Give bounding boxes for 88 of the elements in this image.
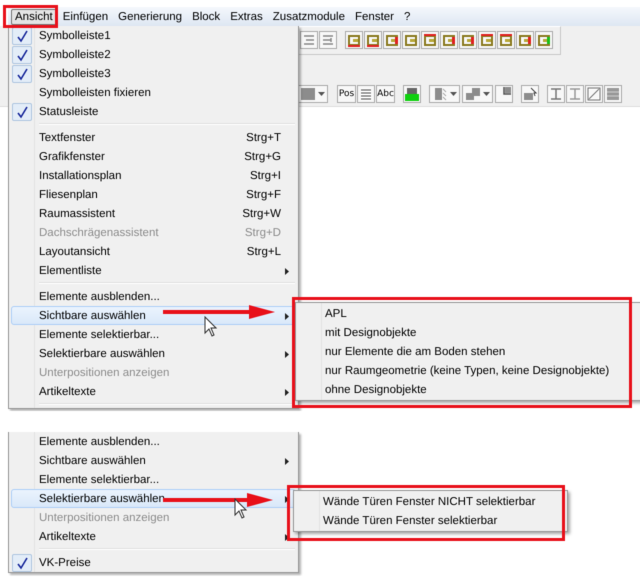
- menu-bar-item[interactable]: Block: [188, 8, 224, 24]
- caret-icon: [450, 92, 457, 96]
- wall-icon[interactable]: [440, 31, 458, 50]
- pointer-box-icon[interactable]: [521, 84, 539, 103]
- menu-item[interactable]: Symbolleiste3: [11, 64, 296, 83]
- cursor-icon: [204, 316, 217, 337]
- shortcut-label: Strg+D: [244, 226, 281, 238]
- menu-item[interactable]: Symbolleiste1: [11, 26, 296, 45]
- menu-item[interactable]: Artikeltexte: [11, 382, 296, 401]
- menu-item[interactable]: Symbolleisten fixieren: [11, 83, 296, 102]
- wall-icon[interactable]: [345, 31, 363, 50]
- step-shape-icon: [465, 86, 481, 101]
- menu-item[interactable]: Sichtbare auswählen: [11, 451, 296, 470]
- menu-item[interactable]: Fliesenplan Strg+F: [11, 185, 296, 204]
- menu-bar-item[interactable]: Zusatzmodule: [268, 8, 350, 24]
- highlight-frame: [3, 5, 58, 28]
- checkbox[interactable]: [12, 46, 32, 64]
- corner-icon[interactable]: [495, 84, 513, 103]
- wall-icon[interactable]: [383, 31, 401, 50]
- hatch-icon: [432, 86, 448, 101]
- shortcut-label: Strg+G: [244, 150, 281, 162]
- caret-icon: [483, 92, 490, 96]
- menu-item[interactable]: APL: [298, 304, 640, 323]
- align-icon[interactable]: [300, 31, 318, 50]
- wall-icon[interactable]: [402, 31, 420, 50]
- menu-bar-item[interactable]: Extras: [226, 8, 267, 24]
- menu-item[interactable]: mit Designobjekte: [298, 323, 640, 342]
- wall-icon[interactable]: [516, 31, 534, 50]
- menu-item[interactable]: Selektierbare auswählen: [11, 344, 296, 363]
- menu-item[interactable]: Raumassistent Strg+W: [11, 204, 296, 223]
- abc-button[interactable]: Abc: [376, 84, 395, 103]
- submenu-arrow-icon: [285, 313, 289, 320]
- menu-item[interactable]: Layoutansicht Strg+L: [11, 242, 296, 261]
- shortcut-label: Strg+F: [246, 188, 281, 200]
- checkbox[interactable]: [12, 554, 32, 572]
- fill-color-dropdown[interactable]: [297, 84, 328, 103]
- caret-icon: [318, 92, 325, 96]
- menu-bar-item[interactable]: Ansicht: [11, 8, 57, 24]
- menu-item[interactable]: VK-Preise: [11, 553, 296, 572]
- menu-item[interactable]: nur Elemente die am Boden stehen: [298, 342, 640, 361]
- menu-item[interactable]: Elemente selektierbar...: [11, 470, 296, 489]
- cursor-icon: [234, 498, 247, 519]
- beam-icon[interactable]: [566, 84, 584, 103]
- grid-icon[interactable]: [604, 84, 622, 103]
- wall-icon[interactable]: [421, 31, 439, 50]
- checkbox[interactable]: [12, 102, 32, 120]
- hatch-dropdown[interactable]: [429, 84, 460, 103]
- swatch-icon: [300, 86, 316, 101]
- wall-icon[interactable]: [459, 31, 477, 50]
- menu-item[interactable]: Grafikfenster Strg+G: [11, 147, 296, 166]
- wall-icon[interactable]: [497, 31, 515, 50]
- shortcut-label: Strg+W: [242, 208, 281, 220]
- submenu-arrow-icon: [285, 458, 289, 465]
- menu-bar-item[interactable]: ?: [400, 8, 414, 24]
- menu-item[interactable]: Artikeltexte: [11, 527, 296, 546]
- menu-item[interactable]: Elemente ausblenden...: [11, 432, 296, 451]
- menu-item[interactable]: Symbolleiste2: [11, 45, 296, 64]
- menu-bar-item[interactable]: Generierung: [114, 8, 186, 24]
- menu-item[interactable]: Wände Türen Fenster NICHT selektierbar: [296, 492, 566, 511]
- submenu-arrow-icon: [285, 534, 289, 541]
- wall-icon[interactable]: [478, 31, 496, 50]
- menu-item[interactable]: Installationsplan Strg+I: [11, 166, 296, 185]
- menu-item[interactable]: Elemente selektierbar...: [11, 325, 296, 344]
- beam-icon[interactable]: [547, 84, 565, 103]
- submenu-arrow-icon: [285, 496, 289, 503]
- shape-dropdown[interactable]: [462, 84, 493, 103]
- pos-button[interactable]: Pos: [337, 84, 356, 103]
- checkbox[interactable]: [12, 64, 32, 82]
- indent-icon[interactable]: [319, 31, 337, 50]
- menu-item[interactable]: ohne Designobjekte: [298, 380, 640, 399]
- wall-icon[interactable]: [535, 31, 553, 50]
- diagonal-icon[interactable]: [585, 84, 603, 103]
- submenu-arrow-icon: [285, 389, 289, 396]
- menu-bar-item[interactable]: Einfügen: [58, 8, 112, 24]
- wall-icon[interactable]: [364, 31, 382, 50]
- text-lines-icon[interactable]: [357, 84, 375, 103]
- menu-item[interactable]: Elementliste: [11, 261, 296, 280]
- menu-item[interactable]: Elemente ausblenden...: [11, 287, 296, 306]
- menu-item[interactable]: Textfenster Strg+T: [11, 128, 296, 147]
- menu-item[interactable]: Wände Türen Fenster selektierbar: [296, 511, 566, 530]
- submenu-arrow-icon: [285, 351, 289, 358]
- menu-bar-item[interactable]: Fenster: [351, 8, 398, 24]
- menu-item[interactable]: nur Raumgeometrie (keine Typen, keine Designobjekte): [298, 361, 640, 380]
- menu-item[interactable]: Statusleiste: [11, 102, 296, 121]
- shortcut-label: Strg+I: [250, 170, 281, 182]
- submenu-arrow-icon: [285, 268, 289, 275]
- shortcut-label: Strg+L: [246, 246, 281, 258]
- shortcut-label: Strg+T: [246, 132, 281, 144]
